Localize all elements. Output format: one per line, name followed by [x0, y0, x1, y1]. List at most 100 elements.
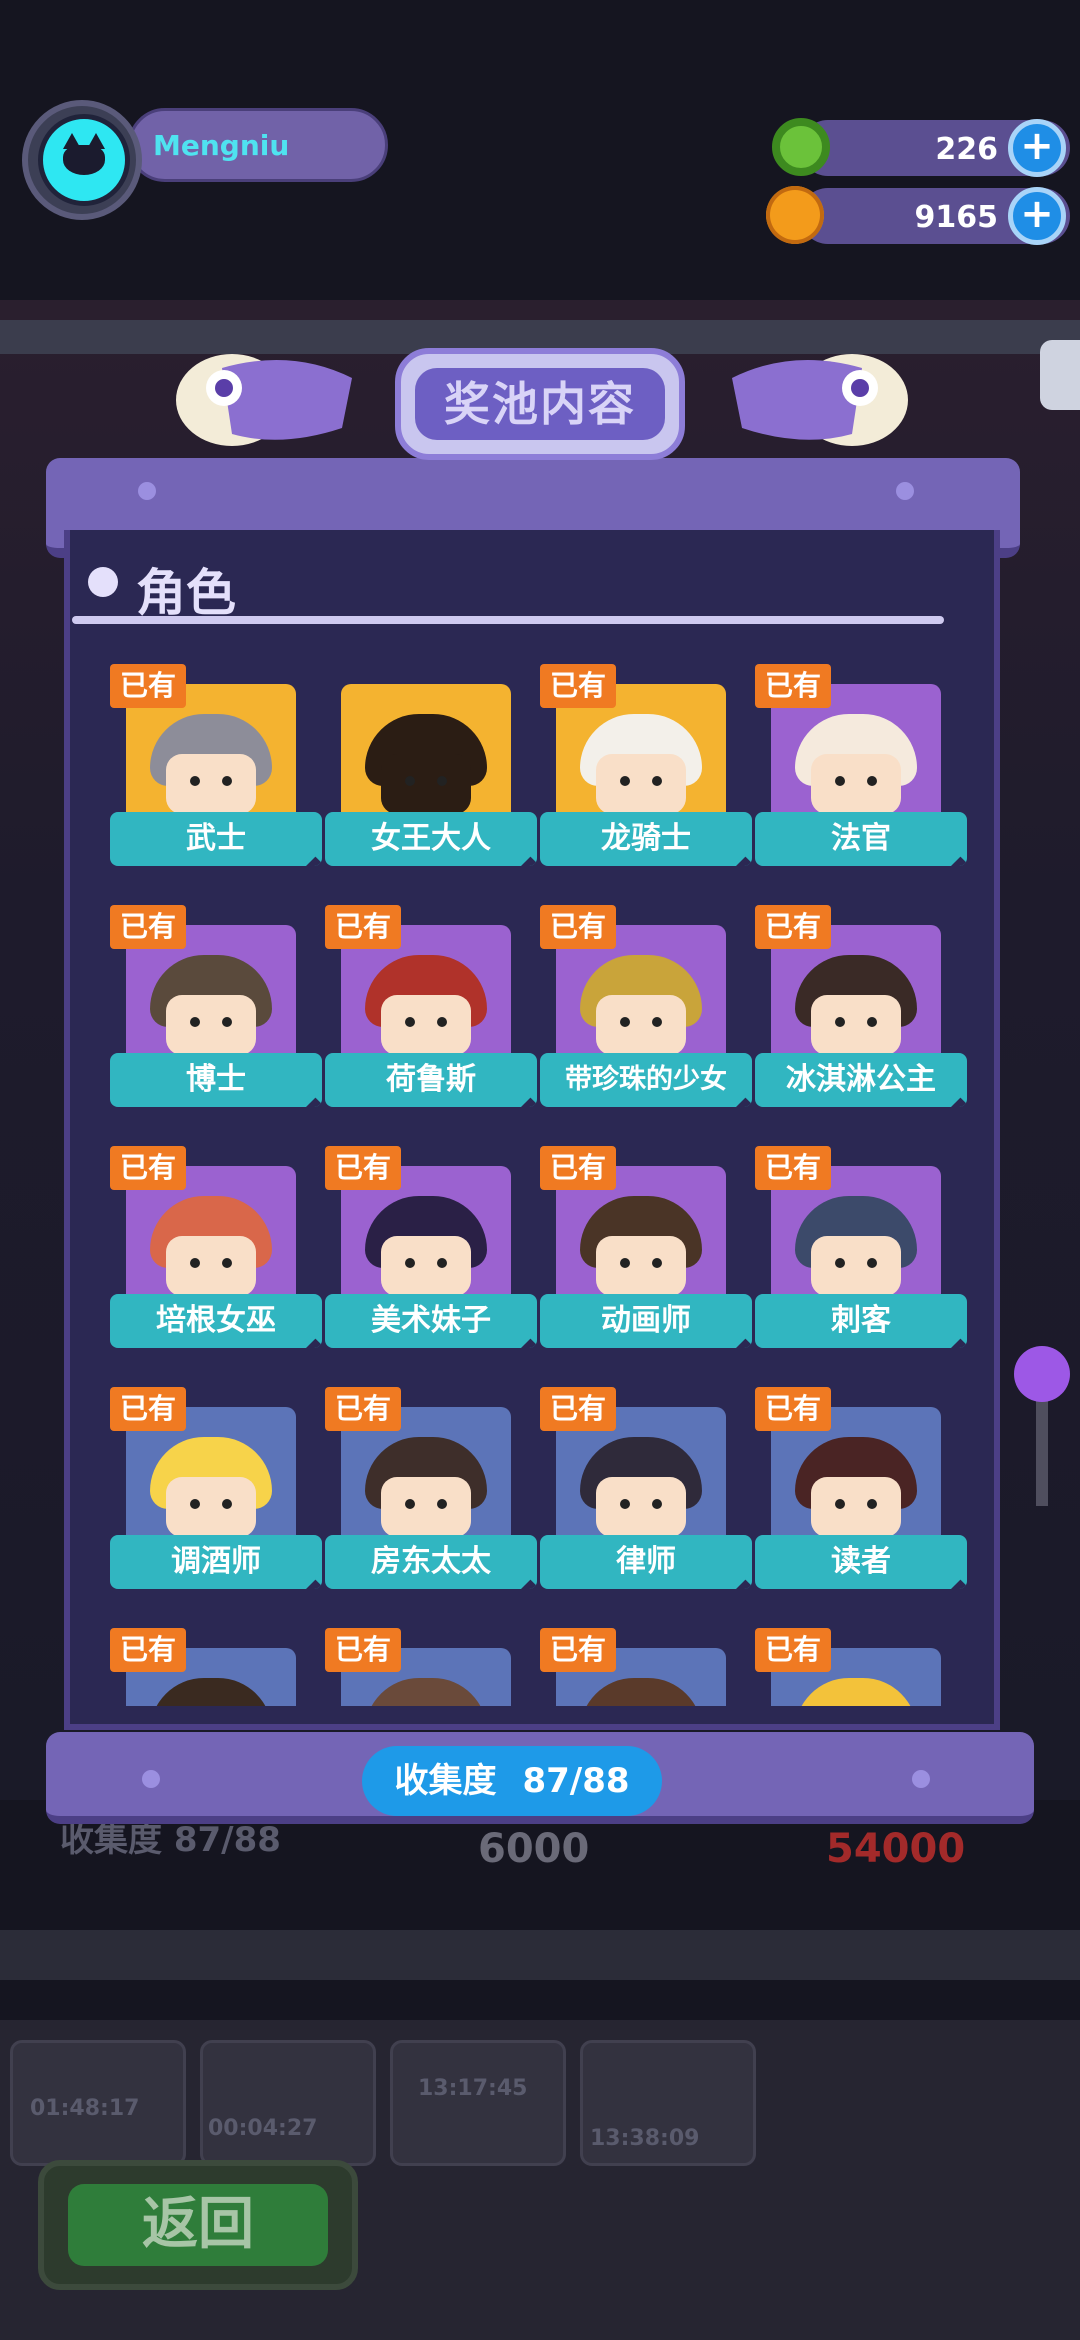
character-face [811, 1477, 901, 1537]
owned-badge: 已有 [755, 1387, 832, 1431]
owned-badge: 已有 [110, 905, 187, 949]
character-face [166, 1236, 256, 1296]
add-coin-button[interactable]: + [1008, 187, 1066, 245]
character-name: 调酒师 [110, 1535, 322, 1589]
character-name: 冰淇淋公主 [755, 1053, 967, 1107]
lever-stick [1036, 1396, 1048, 1506]
orange-planet-coin-icon [766, 186, 824, 244]
character-hair [580, 1678, 702, 1706]
character-card[interactable]: 已有 动画师 [540, 1146, 756, 1376]
character-name: 律师 [540, 1535, 752, 1589]
character-card[interactable]: 已有 房东太太 [325, 1387, 541, 1617]
bg-price-a: 6000 [478, 1826, 590, 1872]
character-face [166, 995, 256, 1055]
character-card[interactable]: 已有 带珍珠的少女 [540, 905, 756, 1135]
character-card[interactable]: 已有 读者 [755, 1387, 971, 1617]
avatar[interactable] [38, 114, 130, 206]
bg-timer-3: 13:17:45 [418, 2076, 528, 2101]
character-face [596, 1477, 686, 1537]
character-grid[interactable]: 已有 武士 女王大人 已有 龙骑士 已有 法官 已有 博士 已有 荷鲁斯 已有 带珍珠的少女 已有 冰淇淋公… [66, 640, 996, 1706]
character-name: 培根女巫 [110, 1294, 322, 1348]
character-card[interactable]: 已有 培根女巫 [110, 1146, 326, 1376]
owned-badge: 已有 [110, 1628, 187, 1672]
collection-progress: 收集度 87/88 [362, 1746, 662, 1816]
character-card[interactable]: 已有 [325, 1628, 541, 1706]
owned-badge: 已有 [110, 1387, 187, 1431]
character-name: 美术妹子 [325, 1294, 537, 1348]
character-name: 博士 [110, 1053, 322, 1107]
character-face [811, 754, 901, 814]
section-bullet-icon [88, 567, 118, 597]
bg-price-b: 54000 [826, 1826, 966, 1872]
side-clip-tab[interactable] [1040, 340, 1080, 410]
character-card[interactable]: 已有 荷鲁斯 [325, 905, 541, 1135]
add-donut-button[interactable]: + [1008, 119, 1066, 177]
owned-badge: 已有 [540, 1146, 617, 1190]
owned-badge: 已有 [110, 1146, 187, 1190]
character-name: 法官 [755, 812, 967, 866]
character-card[interactable]: 已有 武士 [110, 664, 326, 894]
character-face [596, 995, 686, 1055]
owned-badge: 已有 [325, 905, 402, 949]
lever-knob[interactable] [1014, 1346, 1070, 1402]
character-face [596, 1236, 686, 1296]
character-face [381, 1236, 471, 1296]
section-title: 角色 [136, 564, 236, 622]
owned-badge: 已有 [755, 905, 832, 949]
character-face [811, 1236, 901, 1296]
character-name: 龙骑士 [540, 812, 752, 866]
panel-title-ribbon: 奖池内容 [395, 348, 685, 460]
character-name: 动画师 [540, 1294, 752, 1348]
character-card[interactable]: 已有 冰淇淋公主 [755, 905, 971, 1135]
character-card[interactable]: 已有 刺客 [755, 1146, 971, 1376]
character-card[interactable]: 已有 调酒师 [110, 1387, 326, 1617]
panel-title: 奖池内容 [444, 377, 636, 431]
bg-timer-2: 00:04:27 [208, 2116, 318, 2141]
character-card[interactable]: 已有 法官 [755, 664, 971, 894]
character-name: 房东太太 [325, 1535, 537, 1589]
right-fish-icon [732, 354, 908, 446]
character-face [811, 995, 901, 1055]
character-hair [150, 1678, 272, 1706]
owned-badge: 已有 [540, 905, 617, 949]
owned-badge: 已有 [540, 664, 617, 708]
owned-badge: 已有 [325, 1146, 402, 1190]
character-card[interactable]: 已有 博士 [110, 905, 326, 1135]
character-name: 荷鲁斯 [325, 1053, 537, 1107]
bg-timer-1: 01:48:17 [30, 2096, 140, 2121]
owned-badge: 已有 [755, 664, 832, 708]
character-face [381, 754, 471, 814]
username-pill[interactable]: Mengniu [128, 108, 388, 182]
owned-badge: 已有 [540, 1387, 617, 1431]
owned-badge: 已有 [325, 1387, 402, 1431]
character-card[interactable]: 已有 [540, 1628, 756, 1706]
character-hair [795, 1678, 917, 1706]
collection-label: 收集度 [394, 1761, 497, 1801]
character-name: 女王大人 [325, 812, 537, 866]
back-button[interactable]: 返回 [38, 2160, 358, 2290]
left-fish-icon [176, 354, 352, 446]
character-card[interactable]: 女王大人 [325, 664, 541, 894]
owned-badge: 已有 [755, 1146, 832, 1190]
owned-badge: 已有 [325, 1628, 402, 1672]
owned-badge: 已有 [540, 1628, 617, 1672]
donut-count: 226 [935, 132, 998, 167]
character-card[interactable]: 已有 [755, 1628, 971, 1706]
green-donut-icon [772, 118, 830, 176]
owned-badge: 已有 [110, 664, 187, 708]
character-name: 武士 [110, 812, 322, 866]
character-card[interactable]: 已有 [110, 1628, 326, 1706]
username: Mengniu [153, 129, 290, 162]
section-divider [72, 616, 944, 624]
character-face [381, 995, 471, 1055]
coin-count: 9165 [914, 200, 999, 235]
character-card[interactable]: 已有 龙骑士 [540, 664, 756, 894]
character-face [166, 754, 256, 814]
character-face [596, 754, 686, 814]
collection-value: 87/88 [522, 1761, 630, 1801]
character-name: 刺客 [755, 1294, 967, 1348]
character-card[interactable]: 已有 律师 [540, 1387, 756, 1617]
character-name: 读者 [755, 1535, 967, 1589]
character-name: 带珍珠的少女 [540, 1053, 752, 1107]
character-card[interactable]: 已有 美术妹子 [325, 1146, 541, 1376]
